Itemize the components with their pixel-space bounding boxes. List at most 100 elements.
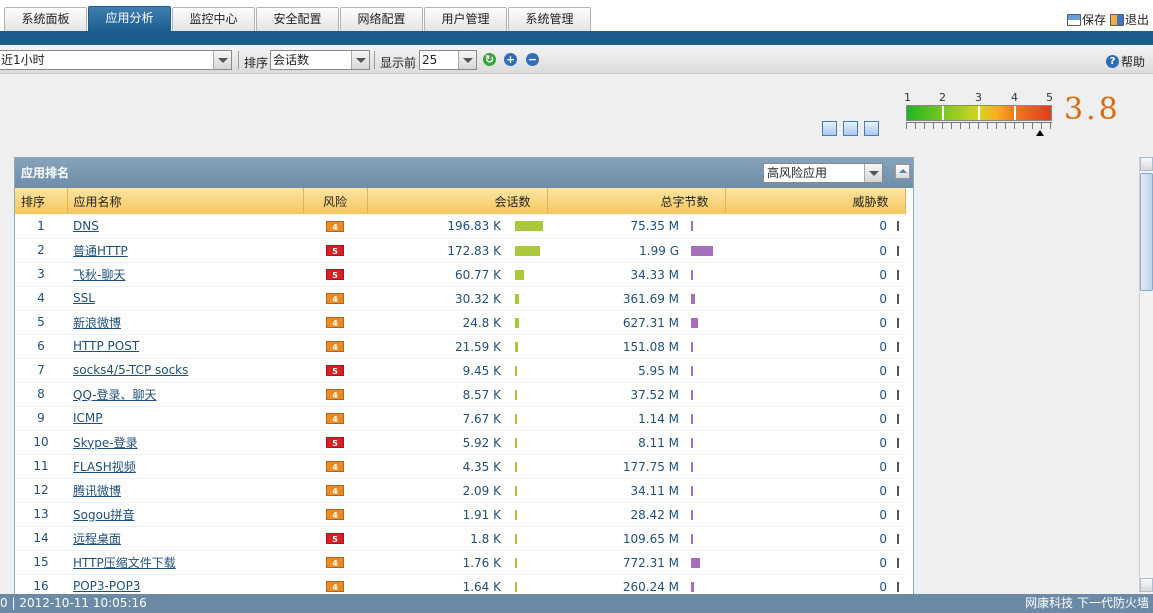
collapse-icon[interactable]	[895, 164, 910, 179]
bytes-value: 151.08 M	[622, 339, 679, 354]
table-row[interactable]: 8 QQ-登录、聊天 4 8.57 K 37.52 M 0	[15, 382, 905, 407]
sessions-value: 30.32 K	[454, 291, 501, 306]
bytes-value: 1.99 G	[639, 243, 679, 258]
bytes-bar	[691, 269, 693, 280]
table-row[interactable]: 7 socks4/5-TCP socks 5 9.45 K 5.95 M 0	[15, 358, 905, 383]
tab-system-management[interactable]: 系统管理	[508, 7, 591, 31]
table-row[interactable]: 6 HTTP POST 4 21.59 K 151.08 M 0	[15, 334, 905, 359]
table-row[interactable]: 10 Skype-登录 5 5.92 K 8.11 M 0	[15, 430, 905, 455]
zoom-out-icon[interactable]: −	[526, 53, 539, 66]
zoom-in-icon[interactable]: +	[504, 53, 517, 66]
chevron-down-icon[interactable]	[864, 164, 882, 182]
table-row[interactable]: 4 SSL 4 30.32 K 361.69 M0	[15, 286, 905, 311]
app-name-link[interactable]: HTTP压缩文件下载	[67, 556, 176, 570]
app-name-link[interactable]: QQ-登录、聊天	[67, 388, 157, 402]
refresh-icon[interactable]: ↻	[483, 53, 496, 66]
col-risk-header[interactable]: 风险	[303, 188, 368, 214]
table-row[interactable]: 5 新浪微博 4 24.8 K 627.31 M 0	[15, 310, 905, 335]
rank-cell: 4	[15, 286, 67, 311]
bytes-bar	[691, 485, 693, 496]
table-row[interactable]: 11 FLASH视频 4 4.35 K 177.75 M 0	[15, 454, 905, 479]
app-name-link[interactable]: ICMP	[67, 411, 103, 425]
table-row[interactable]: 2 普通HTTP 5 172.83 K 1.99 G 0	[15, 238, 905, 263]
risk-badge: 4	[326, 220, 344, 232]
sessions-value: 196.83 K	[447, 219, 501, 233]
bytes-bar	[691, 365, 693, 376]
app-name-link[interactable]: FLASH视频	[67, 460, 136, 474]
vertical-scrollbar[interactable]	[1139, 157, 1153, 592]
app-name-link[interactable]: socks4/5-TCP socks	[67, 363, 188, 377]
risk-badge: 4	[326, 293, 344, 304]
col-rank-header[interactable]: 排序	[15, 188, 68, 214]
gauge-tick-label: 3	[975, 91, 982, 104]
risk-score: 3.8	[1064, 92, 1121, 127]
tab-security-config[interactable]: 安全配置	[256, 7, 339, 31]
app-name-link[interactable]: Skype-登录	[67, 436, 138, 450]
app-name-link[interactable]: 腾讯微博	[67, 484, 121, 498]
tab-app-analysis[interactable]: 应用分析	[88, 6, 171, 32]
table-row[interactable]: 3 飞秋-聊天 5 60.77 K 34.33 M 0	[15, 262, 905, 287]
tab-monitor-center[interactable]: 监控中心	[172, 7, 255, 31]
risk-filter-select[interactable]: 高风险应用	[763, 163, 883, 183]
bytes-value: 5.95 M	[638, 363, 679, 378]
save-label: 保存	[1081, 13, 1106, 27]
table-header-row: 排序 应用名称 风险 会话数 总字节数 威胁数	[15, 188, 906, 214]
bytes-value: 627.31 M	[622, 315, 679, 330]
app-name-link[interactable]: SSL	[67, 291, 95, 305]
scroll-down-icon[interactable]	[1140, 578, 1153, 592]
tab-user-management[interactable]: 用户管理	[424, 7, 507, 31]
exit-button[interactable]: 退出	[1109, 11, 1149, 28]
table-row[interactable]: 9 ICMP 4 7.67 K 1.14 M 0	[15, 406, 905, 431]
app-name-link[interactable]: 新浪微博	[67, 316, 121, 330]
bytes-value: 1.14 M	[638, 411, 679, 426]
table-row[interactable]: 13 Sogou拼音 4 1.91 K 28.42 M 0	[15, 502, 905, 527]
export-excel-icon[interactable]	[822, 121, 837, 136]
time-range-select[interactable]: 近1小时	[0, 50, 232, 70]
sort-value: 会话数	[273, 53, 310, 67]
export-web-icon[interactable]	[843, 121, 858, 136]
bytes-bar	[691, 293, 695, 304]
col-sessions-header[interactable]: 会话数	[367, 188, 548, 214]
table-row[interactable]: 14 远程桌面 5 1.8 K 109.65 M 0	[15, 526, 905, 551]
rank-cell: 1	[15, 214, 67, 239]
app-name-link[interactable]: DNS	[67, 219, 99, 233]
top-n-select[interactable]: 25	[419, 50, 477, 70]
chevron-down-icon[interactable]	[351, 51, 369, 69]
sessions-bar	[515, 269, 524, 280]
sort-select[interactable]: 会话数	[270, 50, 370, 70]
app-name-link[interactable]: POP3-POP3	[67, 579, 140, 593]
bytes-value: 361.69 M	[622, 291, 679, 306]
app-name-link[interactable]: 远程桌面	[67, 532, 121, 546]
tab-system-panel[interactable]: 系统面板	[4, 7, 87, 31]
help-button[interactable]: ? 帮助	[1105, 53, 1145, 70]
chevron-down-icon[interactable]	[213, 51, 231, 69]
col-threats-header[interactable]: 威胁数	[725, 188, 906, 214]
chevron-down-icon[interactable]	[458, 51, 476, 69]
export-pdf-icon[interactable]	[864, 121, 879, 136]
col-bytes-header[interactable]: 总字节数	[547, 188, 726, 214]
table-row[interactable]: 1 DNS 4 196.83 K 75.35 M 0	[15, 214, 905, 239]
rank-cell: 12	[15, 478, 67, 503]
app-name-link[interactable]: HTTP POST	[67, 339, 139, 353]
gauge-ticks	[906, 122, 1052, 129]
gauge-pointer	[1036, 130, 1045, 136]
app-name-link[interactable]: 普通HTTP	[67, 244, 128, 258]
scroll-up-icon[interactable]	[1140, 157, 1153, 171]
sessions-bar	[515, 533, 517, 544]
rank-cell: 6	[15, 334, 67, 359]
app-name-link[interactable]: Sogou拼音	[67, 508, 135, 522]
table-row[interactable]: 15 HTTP压缩文件下载 4 1.76 K 772.31 M 0	[15, 550, 905, 575]
risk-badge: 4	[326, 317, 344, 328]
tab-network-config[interactable]: 网络配置	[340, 7, 423, 31]
col-app-header[interactable]: 应用名称	[67, 188, 304, 214]
threats-bar	[897, 509, 899, 520]
scroll-thumb[interactable]	[1140, 173, 1153, 291]
sessions-bar	[515, 221, 543, 231]
risk-badge: 4	[326, 389, 344, 400]
help-label: 帮助	[1120, 55, 1145, 69]
app-name-link[interactable]: 飞秋-聊天	[67, 268, 125, 282]
table-row[interactable]: 12 腾讯微博 4 2.09 K 34.11 M 0	[15, 478, 905, 503]
sessions-value: 1.64 K	[462, 579, 501, 594]
header-divider	[0, 31, 1153, 45]
save-button[interactable]: 保存	[1066, 11, 1106, 28]
